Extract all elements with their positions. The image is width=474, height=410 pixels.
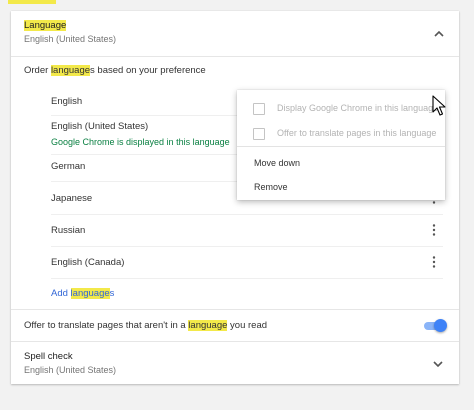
chevron-down-icon[interactable] — [430, 356, 446, 372]
header-divider — [11, 56, 459, 57]
offer-translate-label: Offer to translate pages that aren't in … — [24, 320, 268, 331]
language-row-russian: Russian — [51, 225, 86, 236]
language-row-german: German — [51, 161, 86, 172]
row-divider — [51, 278, 443, 279]
top-highlight-strip — [8, 0, 56, 4]
offer-translate-menu-label: Offer to translate pages in this languag… — [277, 128, 437, 138]
toggle-knob — [434, 319, 447, 332]
section-divider — [11, 309, 459, 310]
display-language-checkbox[interactable] — [253, 103, 265, 115]
remove-label: Remove — [254, 182, 288, 192]
more-vert-icon[interactable] — [429, 255, 439, 269]
offer-translate-toggle[interactable] — [424, 319, 447, 333]
menu-item-remove[interactable]: Remove — [237, 176, 445, 200]
language-row-japanese: Japanese — [51, 193, 93, 204]
language-header[interactable]: Language English (United States) — [24, 20, 116, 44]
add-languages-link[interactable]: Add languages — [51, 288, 114, 299]
section-divider — [11, 341, 459, 342]
more-vert-icon[interactable] — [429, 223, 439, 237]
spell-check-header[interactable]: Spell check English (United States) — [24, 351, 116, 375]
row-divider — [51, 246, 443, 247]
language-title: Language — [24, 20, 67, 31]
mouse-cursor-icon — [432, 95, 446, 117]
displayed-language-note: Google Chrome is displayed in this langu… — [51, 137, 230, 147]
order-languages-label: Order languages based on your preference — [24, 65, 206, 76]
menu-item-offer-translate[interactable]: Offer to translate pages in this languag… — [237, 122, 445, 146]
offer-translate-checkbox[interactable] — [253, 128, 265, 140]
language-row-english-us: English (United States) — [51, 121, 149, 132]
menu-item-display-language[interactable]: Display Google Chrome in this language — [237, 97, 445, 121]
language-row-english-canada: English (Canada) — [51, 257, 125, 268]
row-divider — [51, 214, 443, 215]
language-subtitle: English (United States) — [24, 34, 117, 44]
language-context-menu: Display Google Chrome in this language O… — [237, 90, 445, 200]
menu-separator — [237, 146, 445, 147]
display-language-label: Display Google Chrome in this language — [277, 103, 439, 113]
language-row-english: English — [51, 96, 83, 107]
move-down-label: Move down — [254, 158, 301, 168]
spell-check-title: Spell check — [24, 351, 73, 362]
menu-item-move-down[interactable]: Move down — [237, 152, 445, 176]
chevron-up-icon[interactable] — [431, 26, 447, 42]
spell-check-subtitle: English (United States) — [24, 365, 117, 375]
